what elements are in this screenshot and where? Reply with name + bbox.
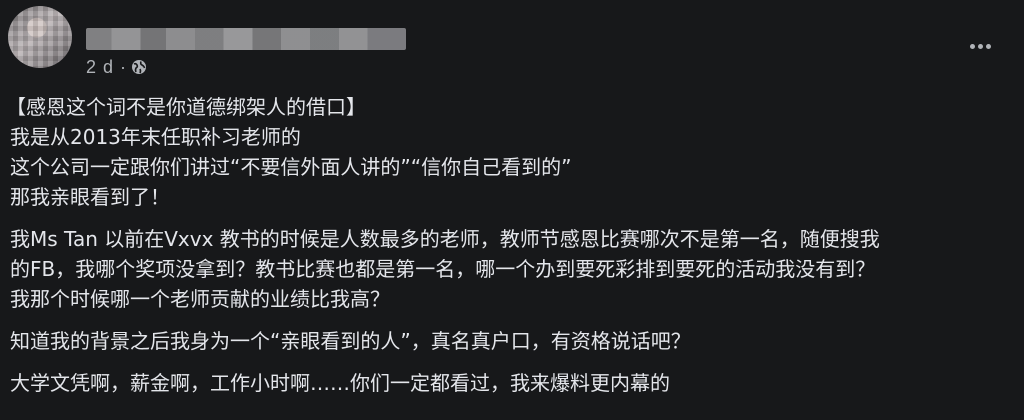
text-line: 知道我的背景之后我身为一个“亲眼看到的人”，真名真户口，有资格说话吧？ (10, 329, 691, 353)
post-timestamp[interactable]: 2 d · (86, 57, 127, 78)
text-line: 的FB，我哪个奖项没拿到？教书比赛也都是第一名，哪一个办到要死彩排到要死的活动我… (10, 257, 876, 281)
paragraph: 【感恩这个词不是你道德绑架人的借口】 我是从2013年末任职补习老师的 这个公司… (6, 92, 1016, 212)
text-line: 这个公司一定跟你们讲过“不要信外面人讲的”“信你自己看到的” (10, 155, 572, 179)
text-line: 我那个时候哪一个老师贡献的业绩比我高？ (10, 287, 390, 311)
text-line: 那我亲眼看到了！ (10, 185, 170, 209)
avatar[interactable] (8, 6, 72, 68)
more-options-button[interactable] (966, 38, 994, 54)
post-title: 【感恩这个词不是你道德绑架人的借口】 (6, 95, 366, 119)
text-line: 我是从2013年末任职补习老师的 (10, 125, 301, 149)
more-horizontal-icon (977, 43, 983, 49)
more-horizontal-icon (985, 43, 991, 49)
facebook-post: 2 d · 【感恩这个词不是你道德绑架人的借口】 我是从2013年末任职补习老师… (0, 0, 1024, 420)
paragraph: 我Ms Tan 以前在Vxvx 教书的时候是人数最多的老师，教师节感恩比赛哪次不… (6, 224, 1016, 314)
globe-icon (132, 60, 147, 74)
post-meta: 2 d · (86, 56, 147, 78)
text-line: 我Ms Tan 以前在Vxvx 教书的时候是人数最多的老师，教师节感恩比赛哪次不… (10, 227, 880, 251)
text-line: 大学文凭啊，薪金啊，工作小时啊……你们一定都看过，我来爆料更内幕的 (10, 371, 670, 395)
post-body: 【感恩这个词不是你道德绑架人的借口】 我是从2013年末任职补习老师的 这个公司… (6, 92, 1016, 398)
author-name-redacted[interactable] (86, 28, 406, 50)
more-horizontal-icon (969, 43, 975, 49)
post-header: 2 d · (0, 0, 1024, 86)
paragraph: 知道我的背景之后我身为一个“亲眼看到的人”，真名真户口，有资格说话吧？ (6, 326, 1016, 356)
paragraph: 大学文凭啊，薪金啊，工作小时啊……你们一定都看过，我来爆料更内幕的 (6, 368, 1016, 398)
